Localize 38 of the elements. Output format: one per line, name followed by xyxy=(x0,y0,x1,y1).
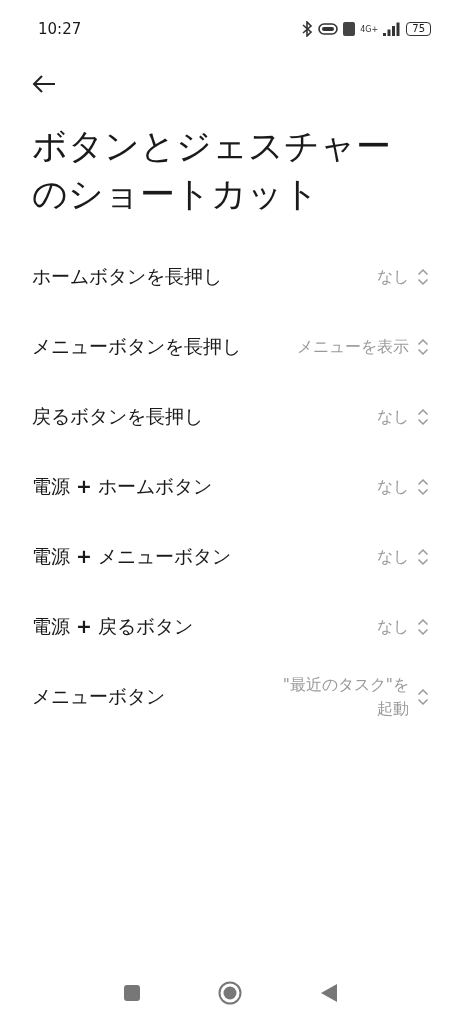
chevron-up-down-icon xyxy=(417,688,429,706)
setting-label: 電源 + メニューボタン xyxy=(32,544,231,569)
setting-label: 電源 + ホームボタン xyxy=(32,474,212,499)
setting-label: 戻るボタンを長押し xyxy=(32,404,203,429)
setting-value: なし xyxy=(377,267,409,288)
setting-row[interactable]: メニューボタン "最近のタスク"を起動 xyxy=(0,662,461,732)
setting-value: なし xyxy=(377,617,409,638)
setting-row[interactable]: ホームボタンを長押し なし xyxy=(0,242,461,312)
setting-label: メニューボタンを長押し xyxy=(32,334,241,359)
chevron-up-down-icon xyxy=(417,268,429,286)
page-title: ボタンとジェスチャーのショートカット xyxy=(32,125,392,216)
setting-label: メニューボタン xyxy=(32,684,165,709)
setting-label: ホームボタンを長押し xyxy=(32,264,222,289)
back-icon[interactable] xyxy=(320,984,337,1002)
setting-row[interactable]: 電源 + メニューボタン なし xyxy=(0,522,461,592)
setting-value: なし xyxy=(377,407,409,428)
setting-row[interactable]: メニューボタンを長押し メニューを表示 xyxy=(0,312,461,382)
status-time: 10:27 xyxy=(38,20,82,38)
setting-row[interactable]: 電源 + ホームボタン なし xyxy=(0,452,461,522)
bluetooth-icon xyxy=(301,21,314,37)
chevron-up-down-icon xyxy=(417,478,429,496)
recents-icon[interactable] xyxy=(124,985,141,1001)
signal-icon xyxy=(383,22,402,36)
setting-value: なし xyxy=(377,477,409,498)
setting-value: なし xyxy=(377,547,409,568)
setting-value: "最近のタスク"を起動 xyxy=(281,675,409,720)
setting-value: メニューを表示 xyxy=(297,337,409,358)
chevron-up-down-icon xyxy=(417,618,429,636)
setting-row[interactable]: 戻るボタンを長押し なし xyxy=(0,382,461,452)
chevron-up-down-icon xyxy=(417,548,429,566)
chevron-up-down-icon xyxy=(417,338,429,356)
back-arrow-icon[interactable] xyxy=(31,74,57,94)
setting-row[interactable]: 電源 + 戻るボタン なし xyxy=(0,592,461,662)
chevron-up-down-icon xyxy=(417,408,429,426)
setting-label: 電源 + 戻るボタン xyxy=(32,614,193,639)
network-type: 4G+ xyxy=(360,24,379,34)
battery-level: 75 xyxy=(406,22,431,36)
home-icon[interactable] xyxy=(218,981,243,1005)
